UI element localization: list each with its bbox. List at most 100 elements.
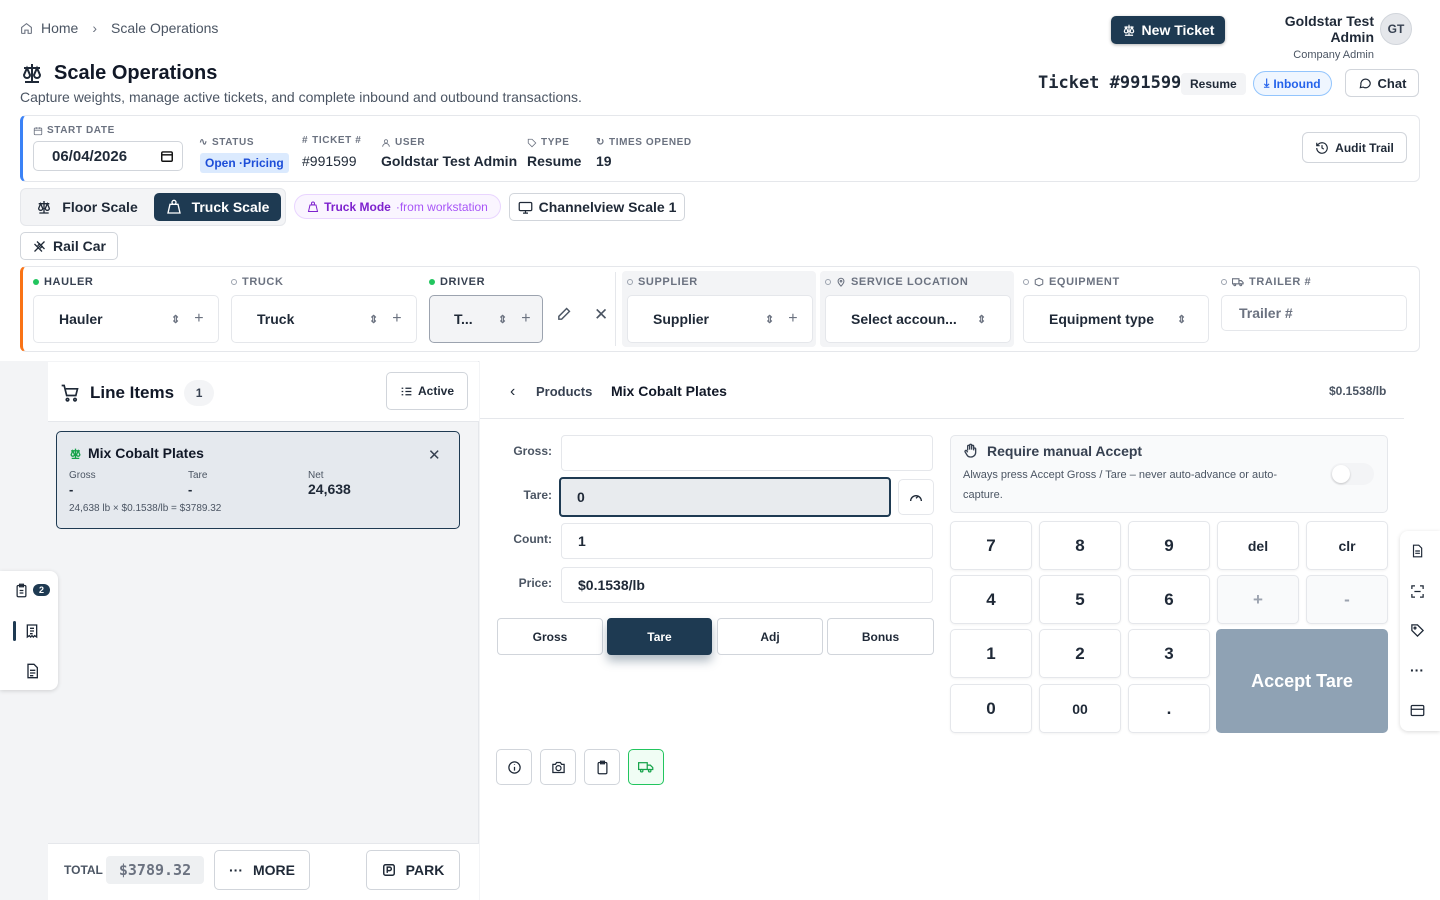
truck-select[interactable]: Truck ⇕ + bbox=[231, 295, 417, 343]
hauler-select[interactable]: Hauler ⇕ + bbox=[33, 295, 219, 343]
chat-button[interactable]: Chat bbox=[1345, 69, 1419, 97]
key-6[interactable]: 6 bbox=[1128, 575, 1210, 624]
info-button[interactable] bbox=[496, 749, 532, 785]
tab-truck-scale[interactable]: Truck Scale bbox=[154, 193, 281, 221]
more-button[interactable]: ··· MORE bbox=[214, 850, 310, 890]
key-decimal[interactable]: . bbox=[1128, 684, 1210, 733]
weight-icon bbox=[166, 199, 182, 215]
ellipsis-icon: ··· bbox=[229, 862, 243, 878]
add-supplier-icon[interactable]: + bbox=[788, 310, 797, 328]
active-filter-button[interactable]: Active bbox=[386, 372, 468, 410]
price-input[interactable]: $0.1538/lb bbox=[561, 567, 933, 603]
document-icon[interactable] bbox=[1410, 543, 1424, 559]
start-date-input[interactable]: 06/04/2026 bbox=[33, 141, 183, 171]
ellipsis-icon[interactable]: ··· bbox=[1410, 662, 1424, 678]
mode-adj-button[interactable]: Adj bbox=[717, 618, 823, 655]
avatar[interactable]: GT bbox=[1380, 13, 1412, 45]
equipment-select[interactable]: Equipment type ⇕ bbox=[1023, 295, 1209, 343]
mode-tare-button[interactable]: Tare bbox=[607, 618, 712, 655]
gross-input[interactable] bbox=[561, 435, 933, 471]
weight-icon bbox=[307, 200, 319, 213]
price-input-label: Price: bbox=[518, 576, 552, 590]
supplier-select[interactable]: Supplier ⇕ + bbox=[627, 295, 813, 343]
more-label: MORE bbox=[253, 862, 295, 878]
driver-select[interactable]: T... ⇕ + bbox=[429, 295, 543, 343]
key-1[interactable]: 1 bbox=[950, 629, 1032, 678]
key-plus[interactable]: + bbox=[1217, 575, 1299, 624]
document-icon[interactable] bbox=[24, 662, 40, 680]
remove-item-icon[interactable]: ✕ bbox=[428, 446, 441, 464]
key-delete[interactable]: del bbox=[1217, 521, 1299, 570]
clipboard-icon bbox=[595, 760, 610, 775]
trailer-input[interactable]: Trailer # bbox=[1221, 295, 1407, 331]
scale-device-button[interactable]: Channelview Scale 1 bbox=[509, 193, 685, 221]
key-00[interactable]: 00 bbox=[1039, 684, 1121, 733]
hand-icon bbox=[963, 443, 979, 459]
require-accept-toggle[interactable] bbox=[1330, 463, 1374, 485]
times-opened-label-text: TIMES OPENED bbox=[608, 137, 692, 148]
breadcrumb-home[interactable]: Home bbox=[41, 20, 78, 36]
key-minus[interactable]: - bbox=[1306, 575, 1388, 624]
notes-button[interactable] bbox=[584, 749, 620, 785]
new-ticket-button[interactable]: New Ticket bbox=[1111, 16, 1225, 44]
key-3[interactable]: 3 bbox=[1128, 629, 1210, 678]
camera-icon bbox=[551, 760, 566, 775]
type-value: Resume bbox=[527, 153, 582, 169]
clear-driver-icon[interactable]: ✕ bbox=[594, 305, 608, 325]
inbound-badge[interactable]: ⤓ Inbound bbox=[1253, 71, 1332, 96]
status-dot bbox=[825, 279, 831, 285]
add-driver-icon[interactable]: + bbox=[521, 310, 530, 328]
clipboard-icon[interactable] bbox=[14, 582, 29, 599]
scale-device-label: Channelview Scale 1 bbox=[538, 199, 677, 215]
start-date-label-text: START DATE bbox=[47, 125, 115, 136]
parking-icon bbox=[382, 863, 396, 877]
truck-button[interactable] bbox=[628, 749, 664, 785]
key-0[interactable]: 0 bbox=[950, 684, 1032, 733]
truck-value: Truck bbox=[257, 311, 295, 327]
key-2[interactable]: 2 bbox=[1039, 629, 1121, 678]
mode-bonus-button[interactable]: Bonus bbox=[827, 618, 934, 655]
key-5[interactable]: 5 bbox=[1039, 575, 1121, 624]
key-8[interactable]: 8 bbox=[1039, 521, 1121, 570]
add-truck-icon[interactable]: + bbox=[392, 310, 401, 328]
gross-label: Gross bbox=[69, 470, 96, 481]
tare-input[interactable]: 0 bbox=[559, 477, 891, 517]
add-hauler-icon[interactable]: + bbox=[194, 310, 203, 328]
edit-driver-icon[interactable] bbox=[556, 305, 573, 322]
accept-tare-button[interactable]: Accept Tare bbox=[1216, 629, 1388, 733]
products-back-link[interactable]: Products bbox=[536, 384, 592, 399]
key-4[interactable]: 4 bbox=[950, 575, 1032, 624]
tab-floor-scale[interactable]: Floor Scale bbox=[24, 193, 150, 221]
supplier-label-text: SUPPLIER bbox=[638, 276, 698, 288]
rail-car-button[interactable]: Rail Car bbox=[20, 232, 118, 260]
key-9[interactable]: 9 bbox=[1128, 521, 1210, 570]
read-scale-button[interactable] bbox=[898, 479, 934, 515]
park-button[interactable]: PARK bbox=[366, 850, 460, 890]
receipt-icon[interactable] bbox=[24, 622, 40, 640]
line-items-count: 1 bbox=[184, 380, 215, 406]
divider bbox=[615, 272, 616, 346]
mode-gross-button[interactable]: Gross bbox=[497, 618, 603, 655]
toggle-knob bbox=[1332, 465, 1350, 483]
truck-label: TRUCK bbox=[231, 276, 284, 288]
equipment-label: EQUIPMENT bbox=[1023, 276, 1120, 288]
line-item-title: Mix Cobalt Plates bbox=[69, 445, 204, 461]
user-value: Goldstar Test Admin bbox=[381, 153, 518, 169]
calendar-icon[interactable] bbox=[160, 149, 174, 163]
key-7[interactable]: 7 bbox=[950, 521, 1032, 570]
scan-icon[interactable] bbox=[1410, 584, 1425, 599]
card-icon[interactable] bbox=[1410, 704, 1425, 717]
chevron-updown-icon: ⇕ bbox=[1177, 313, 1187, 326]
line-items-title-text: Line Items bbox=[90, 383, 175, 402]
cart-icon bbox=[60, 383, 80, 403]
audit-trail-button[interactable]: Audit Trail bbox=[1302, 132, 1407, 163]
gauge-icon bbox=[908, 489, 924, 505]
service-location-select[interactable]: Select accoun... ⇕ bbox=[825, 295, 1011, 343]
camera-button[interactable] bbox=[540, 749, 576, 785]
chevron-left-icon[interactable]: ‹ bbox=[510, 383, 515, 401]
key-clear[interactable]: clr bbox=[1306, 521, 1388, 570]
count-input[interactable]: 1 bbox=[561, 523, 933, 559]
status-dot bbox=[1221, 279, 1227, 285]
tag-icon[interactable] bbox=[1410, 623, 1425, 638]
active-indicator bbox=[13, 621, 16, 641]
